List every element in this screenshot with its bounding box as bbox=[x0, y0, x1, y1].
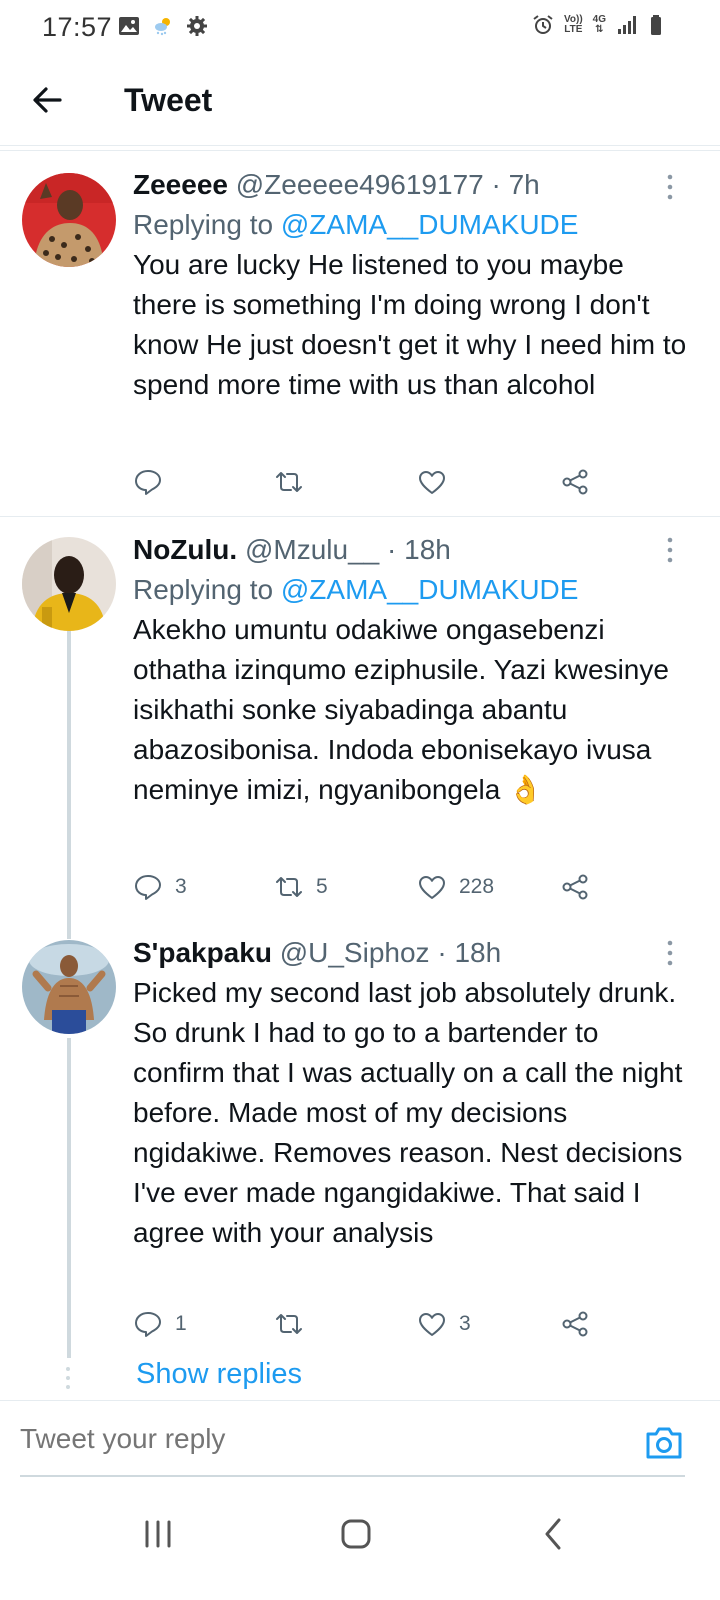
reply-button[interactable]: 3 bbox=[133, 867, 187, 907]
tweet-actions: 3 5 228 bbox=[133, 867, 633, 907]
reply-button[interactable]: 1 bbox=[133, 1304, 187, 1344]
timestamp[interactable]: 7h bbox=[509, 169, 540, 200]
timestamp[interactable]: 18h bbox=[454, 937, 501, 968]
more-options-icon[interactable] bbox=[660, 172, 680, 202]
retweet-button[interactable] bbox=[274, 1304, 316, 1344]
reply-composer bbox=[0, 1400, 720, 1478]
tweet-body: Zeeeee @Zeeeee49619177 · 7h Replying to … bbox=[133, 165, 693, 405]
handle[interactable]: @U_Siphoz bbox=[280, 937, 430, 968]
thread-line bbox=[67, 629, 71, 939]
avatar[interactable] bbox=[22, 537, 116, 631]
handle[interactable]: @Mzulu__ bbox=[245, 534, 379, 565]
thread-dots bbox=[66, 1367, 70, 1389]
settings-icon bbox=[187, 16, 207, 36]
replying-to-handle[interactable]: @ZAMA__DUMAKUDE bbox=[281, 574, 579, 605]
tweet-header: Zeeeee @Zeeeee49619177 · 7h bbox=[133, 169, 540, 200]
retweet-count: 5 bbox=[316, 875, 328, 898]
thread-line bbox=[67, 1038, 71, 1358]
replying-to-handle[interactable]: @ZAMA__DUMAKUDE bbox=[281, 209, 579, 240]
share-button[interactable] bbox=[560, 462, 590, 502]
display-name[interactable]: S'pakpaku bbox=[133, 937, 272, 968]
retweet-button[interactable] bbox=[274, 462, 316, 502]
share-icon bbox=[562, 1311, 588, 1337]
like-button[interactable]: 228 bbox=[417, 867, 494, 907]
volte-icon: Vo)) LTE bbox=[563, 14, 583, 35]
retweet-icon bbox=[276, 877, 302, 897]
heart-icon bbox=[419, 876, 445, 899]
more-options-icon[interactable] bbox=[660, 535, 680, 565]
replying-to: Replying to @ZAMA__DUMAKUDE bbox=[133, 209, 579, 240]
tweet-body: NoZulu. @Mzulu__ · 18h Replying to @ZAMA… bbox=[133, 530, 693, 810]
reply-icon bbox=[135, 1312, 161, 1337]
handle[interactable]: @Zeeeee49619177 bbox=[236, 169, 484, 200]
share-button[interactable] bbox=[560, 867, 590, 907]
camera-icon[interactable] bbox=[644, 1425, 684, 1461]
avatar[interactable] bbox=[22, 940, 116, 1034]
retweet-icon bbox=[276, 1314, 302, 1334]
reply-count: 3 bbox=[175, 875, 187, 898]
like-button[interactable]: 3 bbox=[417, 1304, 471, 1344]
tweet-1[interactable]: Zeeeee @Zeeeee49619177 · 7h Replying to … bbox=[0, 160, 720, 516]
like-count: 228 bbox=[459, 875, 495, 898]
divider bbox=[0, 150, 720, 151]
avatar[interactable] bbox=[22, 173, 116, 267]
battery-icon bbox=[651, 15, 661, 35]
display-name[interactable]: Zeeeee bbox=[133, 169, 228, 200]
image-icon bbox=[119, 17, 139, 35]
share-icon bbox=[562, 469, 588, 495]
like-count: 3 bbox=[459, 1312, 471, 1335]
reply-icon bbox=[135, 470, 161, 495]
recent-apps-icon[interactable] bbox=[134, 1510, 182, 1558]
tweet-2[interactable]: NoZulu. @Mzulu__ · 18h Replying to @ZAMA… bbox=[0, 517, 720, 939]
4g-icon: 4G ⇅ bbox=[592, 14, 606, 35]
timestamp[interactable]: 18h bbox=[404, 534, 451, 565]
share-button[interactable] bbox=[560, 1304, 590, 1344]
alarm-icon bbox=[533, 15, 553, 34]
app-header: Tweet bbox=[0, 56, 720, 146]
signal-icon bbox=[618, 16, 636, 34]
tweet-header: NoZulu. @Mzulu__ · 18h bbox=[133, 534, 451, 565]
tweet-actions: 1 3 bbox=[133, 1304, 633, 1344]
display-name[interactable]: NoZulu. bbox=[133, 534, 237, 565]
retweet-button[interactable]: 5 bbox=[274, 867, 328, 907]
more-options-icon[interactable] bbox=[660, 938, 680, 968]
tweet-text: Akekho umuntu odakiwe ongasebenzi othath… bbox=[133, 614, 669, 805]
status-bar: 17:57 Vo)) LTE 4G ⇅ bbox=[0, 0, 720, 56]
reply-count: 1 bbox=[175, 1312, 187, 1335]
status-time: 17:57 bbox=[42, 12, 113, 42]
reply-input[interactable] bbox=[20, 1423, 580, 1455]
page-title: Tweet bbox=[124, 82, 213, 118]
tweet-text: Picked my second last job absolutely dru… bbox=[133, 977, 683, 1248]
home-icon[interactable] bbox=[332, 1510, 380, 1558]
tweet-header: S'pakpaku @U_Siphoz · 18h bbox=[133, 937, 502, 968]
system-nav-bar bbox=[0, 1480, 720, 1600]
back-arrow-icon[interactable] bbox=[26, 78, 70, 122]
tweet-actions bbox=[133, 462, 633, 502]
reply-icon bbox=[135, 875, 161, 900]
tweet-3[interactable]: S'pakpaku @U_Siphoz · 18h Picked my seco… bbox=[0, 930, 720, 1358]
like-button[interactable] bbox=[417, 462, 459, 502]
retweet-icon bbox=[276, 472, 302, 492]
back-nav-icon[interactable] bbox=[530, 1510, 578, 1558]
weather-icon bbox=[155, 18, 170, 36]
share-icon bbox=[562, 874, 588, 900]
heart-icon bbox=[419, 471, 445, 494]
divider bbox=[20, 1475, 685, 1477]
show-replies-link[interactable]: Show replies bbox=[136, 1358, 302, 1391]
reply-button[interactable] bbox=[133, 462, 175, 502]
tweet-text: You are lucky He listened to you maybe t… bbox=[133, 249, 687, 400]
replying-to: Replying to @ZAMA__DUMAKUDE bbox=[133, 574, 579, 605]
heart-icon bbox=[419, 1313, 445, 1336]
tweet-body: S'pakpaku @U_Siphoz · 18h Picked my seco… bbox=[133, 933, 693, 1253]
